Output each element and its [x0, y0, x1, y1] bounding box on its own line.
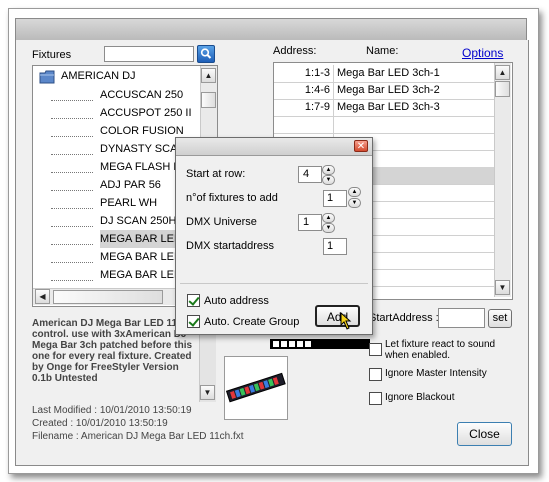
dialog-titlebar: ✕ [176, 138, 372, 156]
start-address-label: StartAddress : [369, 312, 439, 324]
last-modified-text: Last Modified : 10/01/2010 13:50:19 [32, 405, 192, 416]
dmx-universe-label: DMX Universe [186, 216, 257, 228]
dialog-close-button[interactable]: ✕ [354, 140, 368, 152]
dmx-universe-spin-up[interactable]: ▲ [322, 213, 335, 223]
auto-create-group-checkbox[interactable] [187, 315, 200, 328]
hand-cursor-icon [340, 312, 352, 330]
tree-connector [51, 270, 93, 281]
name-cell: Mega Bar LED 3ch-1 [337, 67, 440, 79]
set-button[interactable]: set [488, 309, 512, 328]
ignore-master-intensity-label: Ignore Master Intensity [385, 368, 487, 379]
react-to-sound-checkbox[interactable] [369, 343, 382, 356]
scroll-up-button[interactable]: ▲ [495, 65, 510, 80]
ignore-master-intensity-checkbox[interactable] [369, 368, 382, 381]
dmx-startaddress-input[interactable]: 1 [323, 238, 347, 255]
table-row[interactable]: 1:4-6 Mega Bar LED 3ch-2 [274, 82, 494, 100]
scroll-left-button[interactable]: ◀ [35, 289, 50, 304]
grid-vertical-scrollbar[interactable]: ▲ ▼ [494, 63, 511, 297]
tree-connector [51, 180, 93, 191]
scroll-thumb[interactable] [53, 290, 163, 304]
tree-connector [51, 144, 93, 155]
dmx-universe-spin-down[interactable]: ▼ [322, 223, 335, 233]
add-fixtures-dialog: ✕ Start at row: 4 ▲ ▼ n°of fixtures to a… [175, 137, 373, 335]
led-bar-picture [225, 372, 286, 403]
tree-connector [51, 234, 93, 245]
fixtures-to-add-spin-down[interactable]: ▼ [348, 198, 361, 208]
table-row[interactable]: 1:7-9 Mega Bar LED 3ch-3 [274, 99, 494, 117]
divider [180, 283, 368, 284]
close-button[interactable]: Close [457, 422, 512, 446]
tree-connector [51, 108, 93, 119]
close-icon: ✕ [356, 141, 366, 152]
scroll-up-button[interactable]: ▲ [201, 68, 216, 83]
auto-create-group-label: Auto. Create Group [204, 316, 300, 328]
tree-item[interactable]: PEARL WH [100, 194, 157, 212]
options-link[interactable]: Options [462, 46, 503, 60]
tree-connector [51, 90, 93, 101]
address-cell: 1:1-3 [274, 65, 334, 82]
scroll-down-button[interactable]: ▼ [495, 280, 510, 295]
address-cell: 1:7-9 [274, 99, 334, 116]
channel-strip [270, 339, 370, 349]
fixtures-to-add-input[interactable]: 1 [323, 190, 347, 207]
start-row-input[interactable]: 4 [298, 166, 322, 183]
tree-item[interactable]: COLOR FUSION [100, 122, 184, 140]
tree-connector [51, 162, 93, 173]
react-to-sound-label: Let fixture react to sound when enabled. [385, 339, 496, 361]
search-button[interactable] [197, 45, 215, 63]
window-titlebar [15, 18, 527, 42]
fixture-preview-image [224, 356, 288, 420]
fixtures-to-add-label: n°of fixtures to add [186, 192, 278, 204]
fixture-description: American DJ Mega Bar LED 11ch control. u… [32, 318, 193, 384]
tree-item[interactable]: ACCUSPOT 250 II [100, 104, 192, 122]
address-cell: 1:4-6 [274, 82, 334, 99]
start-row-spin-up[interactable]: ▲ [322, 165, 335, 175]
fixture-search-input[interactable] [104, 46, 194, 62]
tree-connector [51, 216, 93, 227]
auto-address-label: Auto address [204, 295, 269, 307]
tree-root-american-dj[interactable]: AMERICAN DJ [61, 70, 136, 82]
start-row-label: Start at row: [186, 168, 246, 180]
created-text: Created : 10/01/2010 13:50:19 [32, 418, 168, 429]
tree-connector [51, 252, 93, 263]
table-row[interactable]: 1:1-3 Mega Bar LED 3ch-1 [274, 65, 494, 83]
scroll-thumb[interactable] [201, 92, 216, 108]
tree-item[interactable]: ACCUSCAN 250 [100, 86, 183, 104]
tree-connector [51, 198, 93, 209]
tree-connector [51, 126, 93, 137]
start-address-input[interactable] [438, 308, 485, 328]
name-column-header: Name: [366, 45, 399, 57]
name-cell: Mega Bar LED 3ch-2 [337, 84, 440, 96]
tree-item[interactable]: DYNASTY SCAN [100, 140, 185, 158]
tree-item[interactable]: ADJ PAR 56 [100, 176, 161, 194]
ignore-blackout-checkbox[interactable] [369, 392, 382, 405]
tree-item[interactable]: DJ SCAN 250HP [100, 212, 184, 230]
table-row[interactable] [274, 116, 494, 134]
folder-icon [39, 70, 55, 84]
address-column-header: Address: [273, 45, 317, 57]
scroll-thumb[interactable] [495, 81, 510, 97]
fixtures-label: Fixtures [32, 49, 72, 61]
dmx-startaddress-label: DMX startaddress [186, 240, 275, 252]
ignore-blackout-label: Ignore Blackout [385, 392, 455, 403]
filename-text: Filename : American DJ Mega Bar LED 11ch… [32, 431, 244, 442]
search-icon [200, 48, 212, 59]
name-cell: Mega Bar LED 3ch-3 [337, 101, 440, 113]
dmx-universe-input[interactable]: 1 [298, 214, 322, 231]
fixtures-to-add-spin-up[interactable]: ▲ [348, 187, 361, 197]
start-row-spin-down[interactable]: ▼ [322, 175, 335, 185]
scroll-down-button[interactable]: ▼ [200, 385, 215, 400]
auto-address-checkbox[interactable] [187, 294, 200, 307]
